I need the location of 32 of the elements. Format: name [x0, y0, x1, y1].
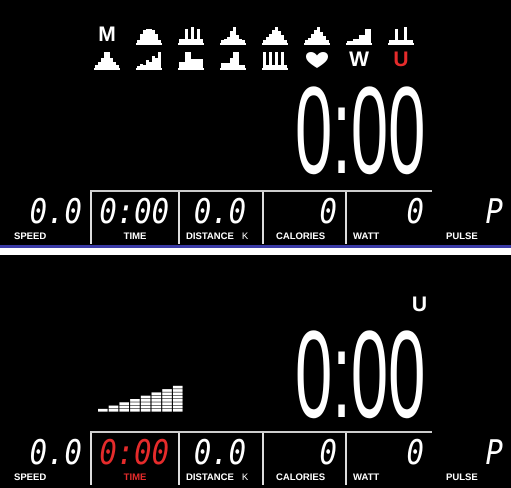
- readout-label: SPEED: [14, 231, 46, 242]
- readout-value: P: [485, 196, 504, 228]
- readout-value: 0: [319, 437, 338, 469]
- readout-value: 0:00: [98, 196, 170, 228]
- readout-label: WATT: [353, 472, 380, 483]
- program-letter: W: [349, 49, 369, 70]
- readout-label: CALORIES: [276, 231, 326, 242]
- program-letter: U: [412, 294, 427, 315]
- unit-label: K: [242, 231, 248, 242]
- readout-value: 0:00: [98, 437, 170, 469]
- readout-label: TIME: [124, 472, 146, 483]
- program-letter: U: [393, 49, 409, 70]
- readout-label: WATT: [353, 231, 380, 242]
- readout-value: 0.0: [29, 437, 82, 469]
- program-letter: M: [98, 24, 116, 45]
- unit-label: K: [242, 472, 248, 483]
- readout-value: 0: [319, 196, 338, 228]
- readout-label: SPEED: [14, 472, 46, 483]
- readout-label: PULSE: [446, 472, 478, 483]
- clock-readout: 0:00: [294, 81, 425, 181]
- readout-value: P: [485, 437, 504, 469]
- readout-label: DISTANCE: [186, 231, 234, 242]
- readout-label: PULSE: [446, 231, 478, 242]
- clock-readout: 0:00: [294, 325, 425, 425]
- readout-value: 0.0: [194, 196, 247, 228]
- readout-value: 0: [406, 196, 424, 228]
- readout-label: DISTANCE: [186, 472, 234, 483]
- readout-label: CALORIES: [276, 472, 326, 483]
- readout-value: 0: [406, 437, 424, 469]
- readout-value: 0.0: [29, 196, 82, 228]
- readout-label: TIME: [124, 231, 146, 242]
- readout-value: 0.0: [194, 437, 247, 469]
